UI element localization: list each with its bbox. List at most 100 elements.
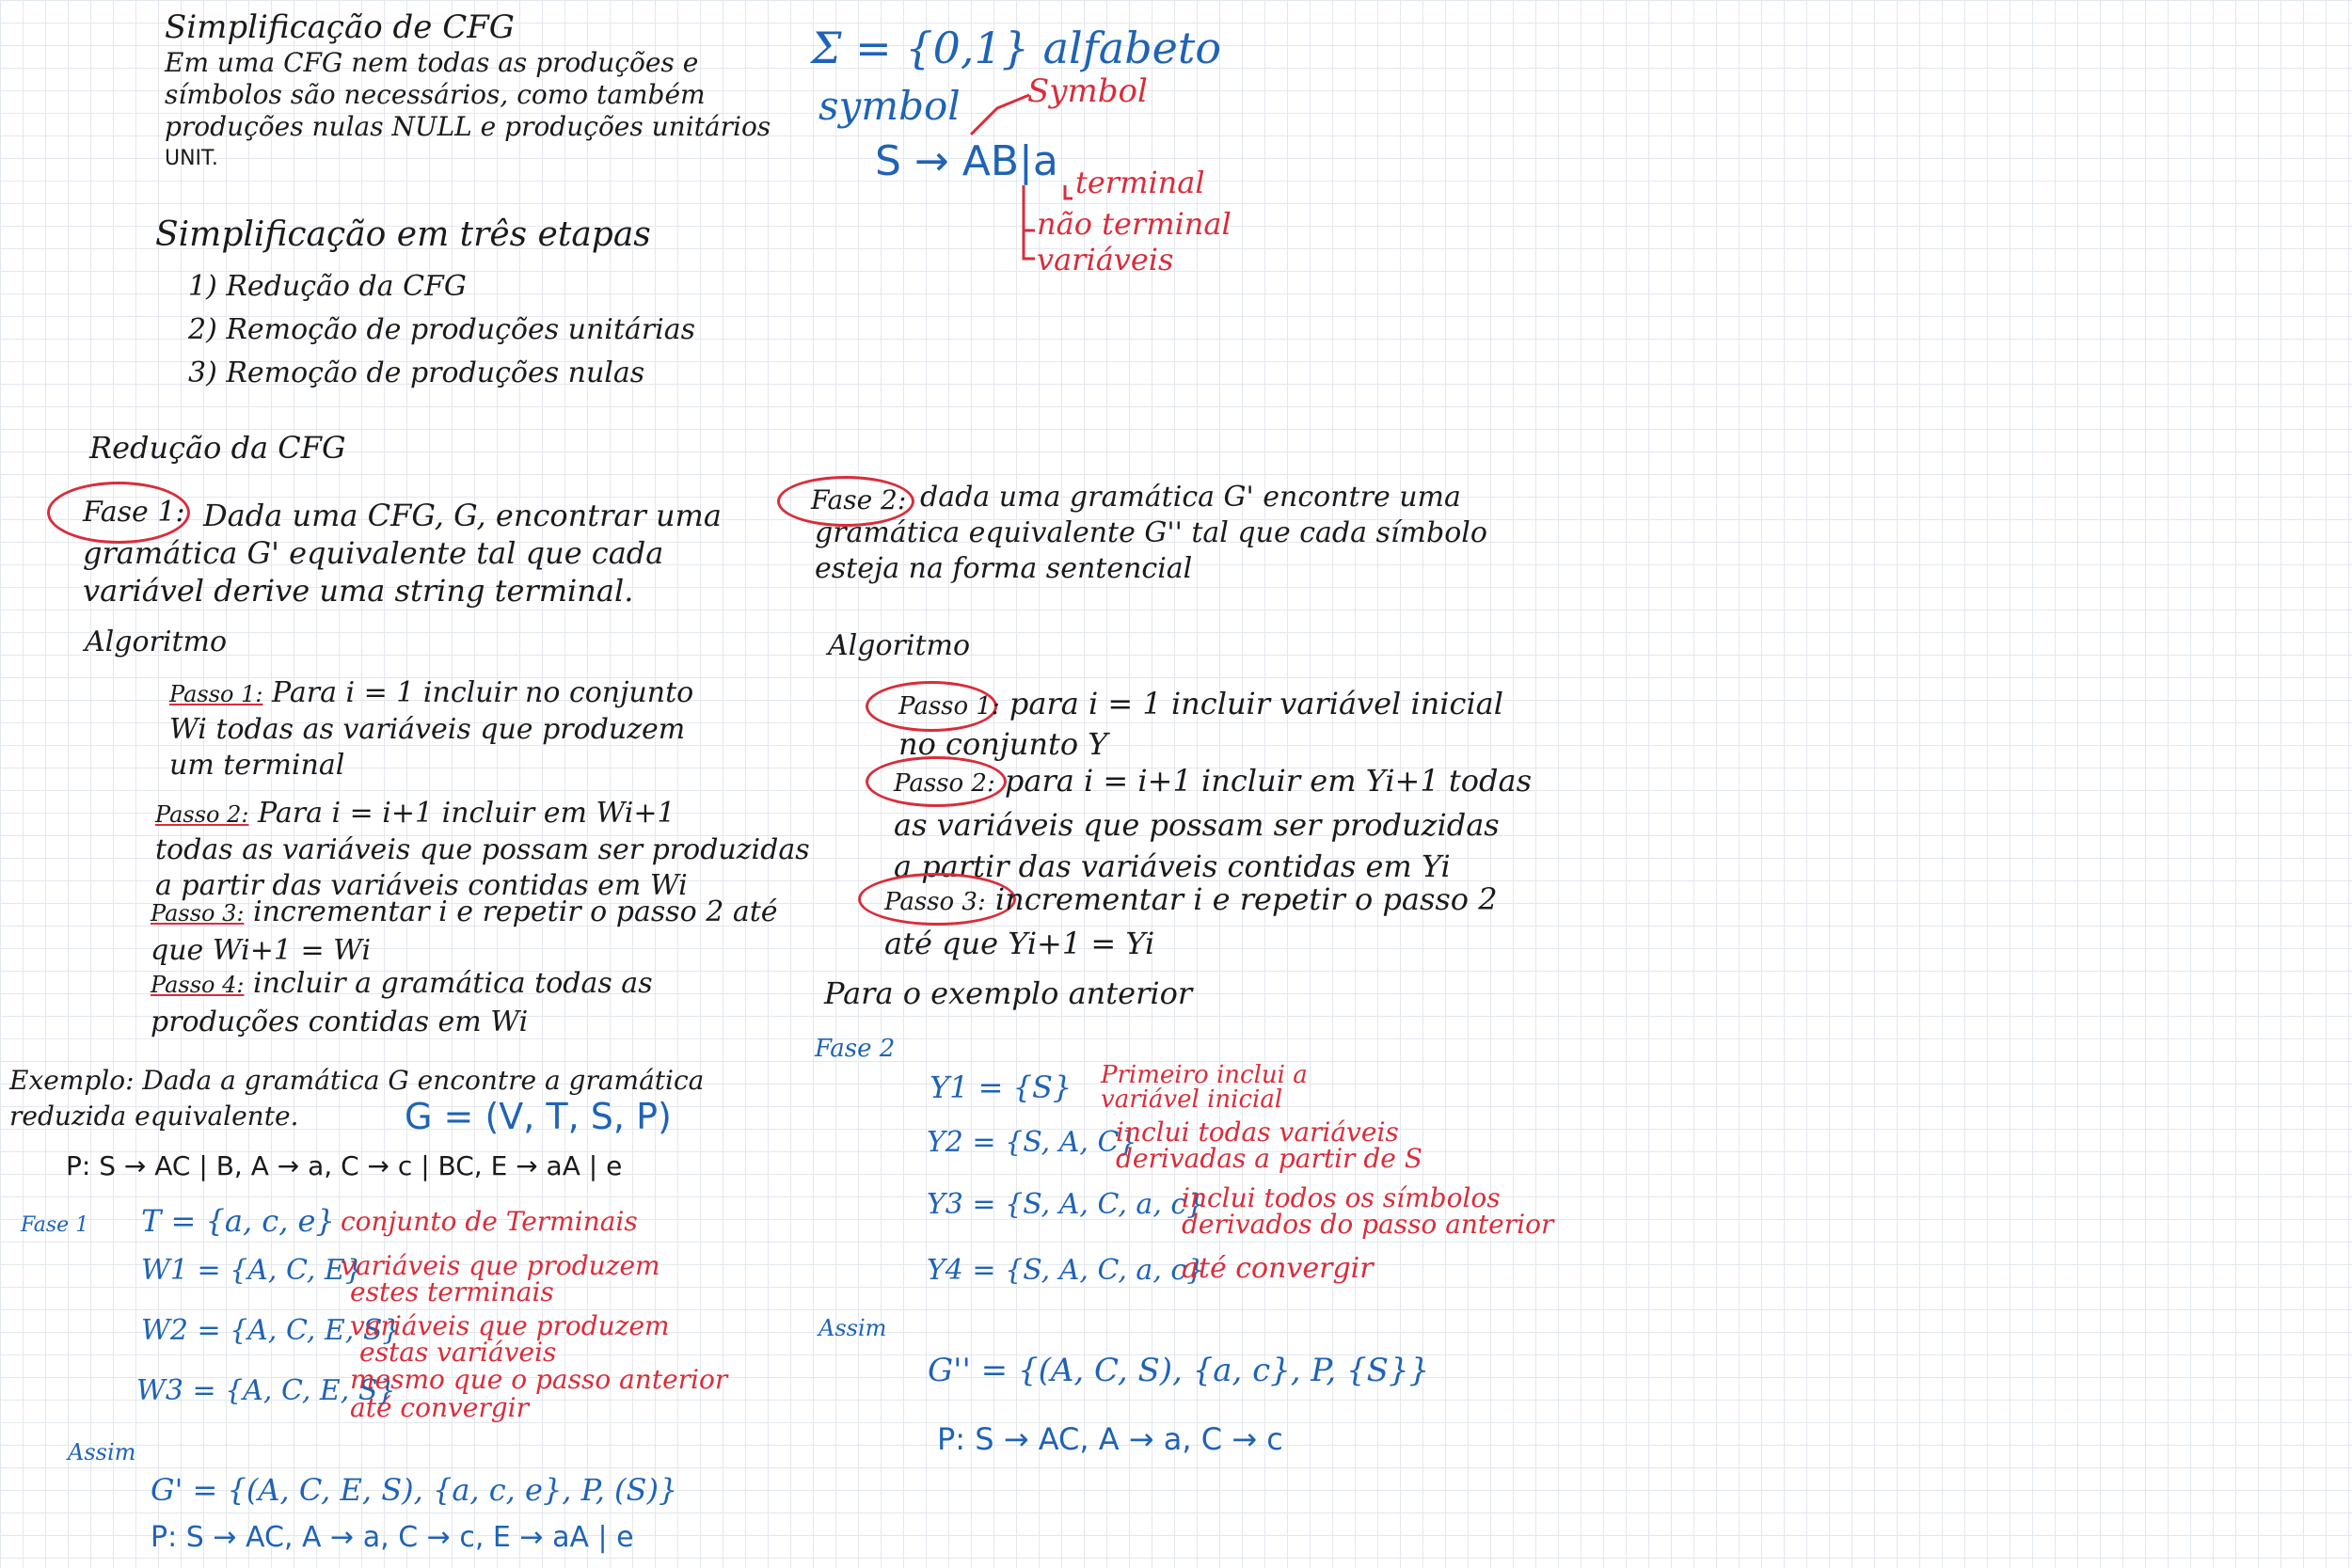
fase2-example-label: Fase 2 (815, 1035, 896, 1063)
note-T: conjunto de Terminais (341, 1209, 638, 1235)
note-W2: variáveis que produzem estas variáveis (350, 1313, 670, 1366)
fase2-passo2-line: as variáveis que possam ser produzidas (894, 807, 1500, 843)
grammar-definition: G = (V, T, S, P) (405, 1096, 672, 1137)
intro-line: produções nulas NULL e produções unitári… (165, 111, 771, 142)
result-grammar-1: G' = {(A, C, E, S), {a, c, e}, P, (S)} (151, 1472, 678, 1508)
passo2-block: Passo 2: Para i = i+1 incluir em Wi+1 to… (155, 796, 810, 904)
step-item: 2) Remoção de produções unitárias (188, 313, 696, 346)
note-line: mesmo que o passo anterior (350, 1364, 728, 1395)
example1-line: Exemplo: Dada a gramática G encontre a g… (9, 1065, 705, 1096)
note-line: variável inicial (1101, 1085, 1283, 1114)
reduction-heading: Redução da CFG (89, 430, 346, 466)
note-line: variáveis que produzem (350, 1310, 670, 1341)
fase2-line: gramática equivalente G'' tal que cada s… (815, 516, 1487, 549)
passo1-line: um terminal (169, 749, 345, 782)
legend-terminal: terminal (1075, 165, 1205, 200)
passo3-line: que Wi+1 = Wi (151, 934, 372, 967)
page-title: Simplificação de CFG (165, 8, 515, 46)
set-T: T = {a, c, e} (141, 1203, 335, 1239)
set-Y4: Y4 = {S, A, C, a, c} (927, 1254, 1205, 1287)
fase2-passo1-label: Passo 1: (898, 692, 1000, 721)
passo2-text: Para i = i+1 incluir em Wi+1 (258, 797, 675, 830)
note-line: Primeiro inclui a (1101, 1061, 1308, 1089)
note-line: derivadas a partir de S (1116, 1143, 1422, 1174)
note-Y4: até convergir (1182, 1255, 1374, 1283)
para-exemplo: Para o exemplo anterior (824, 975, 1193, 1011)
passo1-text: Para i = 1 incluir no conjunto (272, 676, 694, 709)
note-W1: variáveis que produzem estes terminais (341, 1253, 660, 1306)
fase2-passo3-line: Passo 3: incrementar i e repetir o passo… (884, 879, 1498, 923)
symbol-connector (969, 93, 1030, 136)
algoritmo-label-2: Algoritmo (828, 629, 971, 662)
fase2-passo1-line: no conjunto Y (898, 726, 1108, 762)
set-W1: W1 = {A, C, E} (141, 1254, 363, 1287)
fase2-passo2-block: Passo 2: para i = i+1 incluir em Yi+1 to… (894, 760, 1532, 887)
note-line: inclui todas variáveis (1116, 1117, 1399, 1148)
symbol-word-red: Symbol (1027, 72, 1148, 110)
fase1-description: Dada uma CFG, G, encontrar uma gramática… (83, 497, 722, 610)
assim-label-1: Assim (68, 1439, 136, 1465)
passo3-text: incrementar i e repetir o passo 2 até (253, 895, 778, 928)
passo4-block: Passo 4: incluir a gramática todas as pr… (151, 965, 653, 1041)
note-line: até convergir (350, 1392, 530, 1423)
fase2-line: esteja na forma sentencial (815, 552, 1193, 585)
set-Y3: Y3 = {S, A, C, a, c} (927, 1188, 1205, 1221)
passo1-line: Wi todas as variáveis que produzem (169, 713, 686, 746)
note-line: até convergir (1182, 1252, 1374, 1285)
fase1-line: gramática G' equivalente tal que cada (83, 535, 664, 571)
example1-productions: P: S → AC | B, A → a, C → c | BC, E → aA… (66, 1150, 623, 1181)
fase2-passo1-line: Passo 1: para i = 1 incluir variável ini… (898, 685, 1503, 725)
passo4-text: incluir a gramática todas as (253, 967, 653, 1000)
passo3-block: Passo 3: incrementar i e repetir o passo… (151, 894, 778, 970)
step-item: 1) Redução da CFG (188, 270, 467, 303)
result-grammar-2: G'' = {(A, C, S), {a, c}, P, {S}} (928, 1352, 1430, 1389)
passo3-line: Passo 3: incrementar i e repetir o passo… (151, 894, 778, 932)
fase1-example-label: Fase 1 (21, 1213, 89, 1237)
passo3-label: Passo 3: (151, 900, 245, 927)
passo4-line: Passo 4: incluir a gramática todas as (151, 965, 653, 1004)
fase2-passo3-line: até que Yi+1 = Yi (884, 926, 1155, 961)
fase2-passo3-text: incrementar i e repetir o passo 2 (994, 881, 1498, 917)
note-line: conjunto de Terminais (341, 1206, 638, 1237)
symbol-word-blue: symbol (818, 83, 961, 129)
fase1-line: Dada uma CFG, G, encontrar uma (203, 498, 722, 533)
algoritmo-label-1: Algoritmo (85, 626, 228, 658)
result-productions-1: P: S → AC, A → a, C → c, E → aA | e (151, 1521, 634, 1554)
passo1-label: Passo 1: (169, 681, 263, 707)
fase2-passo1-text: para i = 1 incluir variável inicial (1009, 686, 1503, 721)
set-Y1: Y1 = {S} (930, 1069, 1073, 1105)
fase2-passo3-block: Passo 3: incrementar i e repetir o passo… (884, 879, 1498, 964)
intro-paragraph: Em uma CFG nem todas as produções e símb… (165, 47, 771, 175)
note-line: estes terminais (350, 1276, 554, 1307)
fase2-passo2-text: para i = i+1 incluir em Yi+1 todas (1004, 763, 1532, 799)
note-W3: mesmo que o passo anterior até convergir (350, 1366, 727, 1422)
steps-list: 1) Redução da CFG 2) Remoção de produçõe… (188, 265, 695, 395)
result-productions-2: P: S → AC, A → a, C → c (937, 1421, 1283, 1457)
passo2-line: Passo 2: Para i = i+1 incluir em Wi+1 (155, 796, 810, 832)
note-Y1: Primeiro inclui a variável inicial (1101, 1063, 1308, 1112)
passo2-line: todas as variáveis que possam ser produz… (155, 833, 810, 866)
fase2-passo1-block: Passo 1: para i = 1 incluir variável ini… (898, 685, 1503, 763)
note-line: estas variáveis (359, 1337, 557, 1368)
fase2-line: dada uma gramática G' encontre uma (920, 481, 1461, 514)
alphabet-note: Σ = {0,1} alfabeto (811, 23, 1222, 73)
fase1-line: variável derive uma string terminal. (83, 573, 634, 609)
step-item: 3) Remoção de produções nulas (188, 356, 645, 389)
note-Y2: inclui todas variáveis derivadas a parti… (1116, 1119, 1422, 1172)
intro-line: símbolos são necessários, como também (165, 79, 706, 110)
passo4-label: Passo 4: (151, 972, 245, 998)
production-example: S → AB|a (875, 137, 1058, 185)
steps-heading: Simplificação em três etapas (155, 215, 651, 254)
note-line: derivados do passo anterior (1182, 1209, 1554, 1240)
passo1-line: Passo 1: Para i = 1 incluir no conjunto (169, 675, 693, 712)
fase2-passo3-label: Passo 3: (884, 888, 986, 916)
note-line: inclui todos os símbolos (1182, 1182, 1501, 1213)
fase2-passo2-label: Passo 2: (894, 769, 995, 798)
legend-variables: variáveis (1037, 242, 1174, 277)
passo4-line: produções contidas em Wi (151, 1006, 529, 1038)
passo2-label: Passo 2: (155, 801, 249, 828)
set-Y2: Y2 = {S, A, C} (927, 1126, 1137, 1159)
fase2-description: dada uma gramática G' encontre uma gramá… (815, 480, 1487, 587)
note-Y3: inclui todos os símbolos derivados do pa… (1182, 1185, 1553, 1238)
fase2-passo2-line: Passo 2: para i = i+1 incluir em Yi+1 to… (894, 760, 1532, 804)
